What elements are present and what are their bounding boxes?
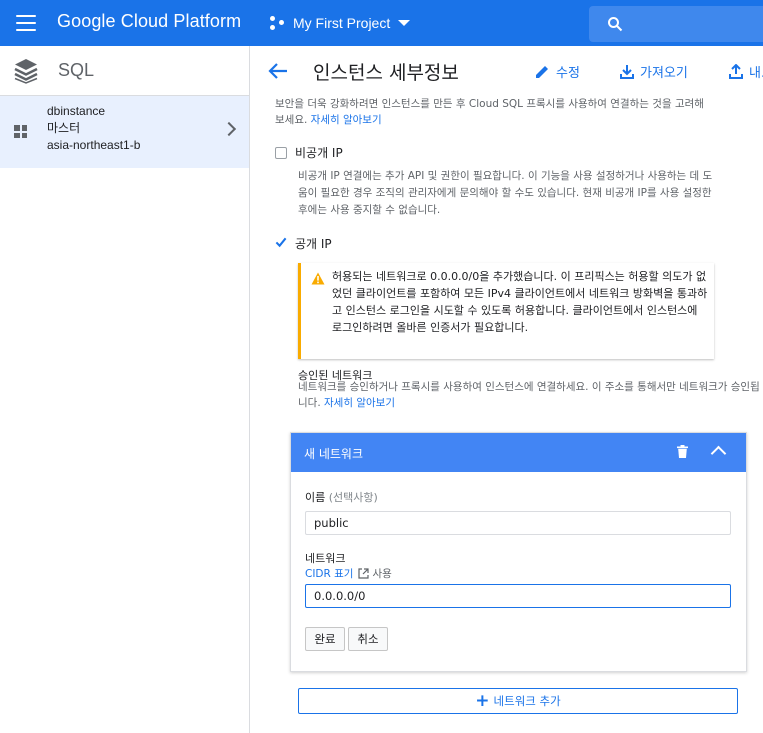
export-button[interactable]: 내... (729, 62, 763, 81)
auth-learn-more-link[interactable]: 자세히 알아보기 (324, 397, 395, 409)
network-input[interactable]: 0.0.0.0/0 (305, 584, 731, 608)
menu-icon[interactable] (16, 15, 36, 31)
learn-more-link[interactable]: 자세히 알아보기 (311, 114, 382, 126)
collapse-chevron-icon[interactable] (710, 445, 727, 462)
page-title: 인스턴스 세부정보 (313, 62, 459, 84)
project-name: My First Project (293, 15, 391, 31)
export-icon (729, 64, 743, 79)
export-label: 내... (749, 66, 763, 81)
sql-title: SQL (58, 60, 95, 80)
cidr-hint: CIDR 표기 사용 (305, 566, 392, 581)
import-icon (620, 65, 634, 79)
instance-item[interactable]: dbinstance 마스터 asia-northeast1-b (0, 96, 249, 168)
add-network-label: 네트워크 추가 (493, 694, 561, 708)
chevron-right-icon (221, 121, 237, 137)
dropdown-caret-icon (398, 20, 411, 26)
new-network-card: 새 네트워크 이름 (선택사항) public 네트워크 CIDR 표기 사용 … (290, 432, 747, 672)
network-field-label: 네트워크 (305, 552, 346, 565)
import-label: 가져오기 (640, 66, 688, 81)
instance-name: dbinstance (47, 104, 106, 118)
external-link-icon (358, 568, 370, 579)
warning-icon (311, 272, 325, 285)
instance-role: 마스터 (47, 121, 81, 135)
optional-hint: (선택사항) (328, 491, 378, 504)
back-arrow-icon[interactable] (268, 62, 288, 80)
sidebar: SQL dbinstance 마스터 asia-northeast1-b (0, 46, 250, 733)
private-ip-description: 비공개 IP 연결에는 추가 API 및 권한이 필요합니다. 이 기능을 사용… (298, 170, 713, 216)
public-ip-checkbox[interactable] (275, 236, 287, 248)
proxy-info: 보안을 더욱 강화하려면 인스턴스를 만든 후 Cloud SQL 프록시를 사… (275, 96, 715, 128)
trash-icon[interactable] (677, 445, 688, 458)
warning-banner: 허용되는 네트워크로 0.0.0.0/0을 추가했습니다. 이 프리픽스는 허용… (298, 263, 714, 359)
card-title: 새 네트워크 (304, 447, 364, 461)
done-button[interactable]: 완료 (305, 627, 345, 651)
name-input[interactable]: public (305, 511, 731, 535)
sql-header: SQL (0, 46, 249, 96)
cancel-button[interactable]: 취소 (348, 627, 388, 651)
search-box[interactable] (589, 6, 763, 42)
search-icon (608, 17, 623, 32)
edit-button[interactable]: 수정 (535, 62, 580, 81)
private-ip-checkbox[interactable] (275, 147, 287, 159)
edit-label: 수정 (556, 66, 580, 81)
add-network-button[interactable]: + 네트워크 추가 (298, 688, 738, 714)
brand-title[interactable]: Google Cloud Platform (57, 11, 241, 32)
pencil-icon (536, 66, 548, 78)
name-label-text: 이름 (305, 491, 326, 504)
project-icon (270, 15, 286, 31)
page-header: 인스턴스 세부정보 수정 가져오기 내... (251, 46, 763, 96)
plus-icon: + (475, 690, 490, 711)
card-header: 새 네트워크 (291, 433, 746, 472)
private-ip-label: 비공개 IP (295, 146, 343, 160)
project-selector[interactable]: My First Project (270, 12, 411, 34)
sql-logo-icon (14, 58, 38, 84)
public-ip-label: 공개 IP (295, 237, 332, 251)
cidr-link[interactable]: CIDR 표기 (305, 566, 353, 581)
name-field-label: 이름 (선택사항) (305, 489, 378, 505)
top-app-bar: Google Cloud Platform My First Project (0, 0, 763, 46)
import-button[interactable]: 가져오기 (620, 62, 688, 81)
instance-grid-icon (14, 125, 27, 138)
authorized-networks-desc: 네트워크를 승인하거나 프록시를 사용하여 인스턴스에 연결하세요. 이 주소를… (298, 379, 763, 411)
cidr-suffix: 사용 (372, 568, 392, 580)
instance-region: asia-northeast1-b (47, 138, 141, 152)
warning-text: 허용되는 네트워크로 0.0.0.0/0을 추가했습니다. 이 프리픽스는 허용… (332, 270, 708, 334)
main-content: 보안을 더욱 강화하려면 인스턴스를 만든 후 Cloud SQL 프록시를 사… (251, 96, 763, 733)
